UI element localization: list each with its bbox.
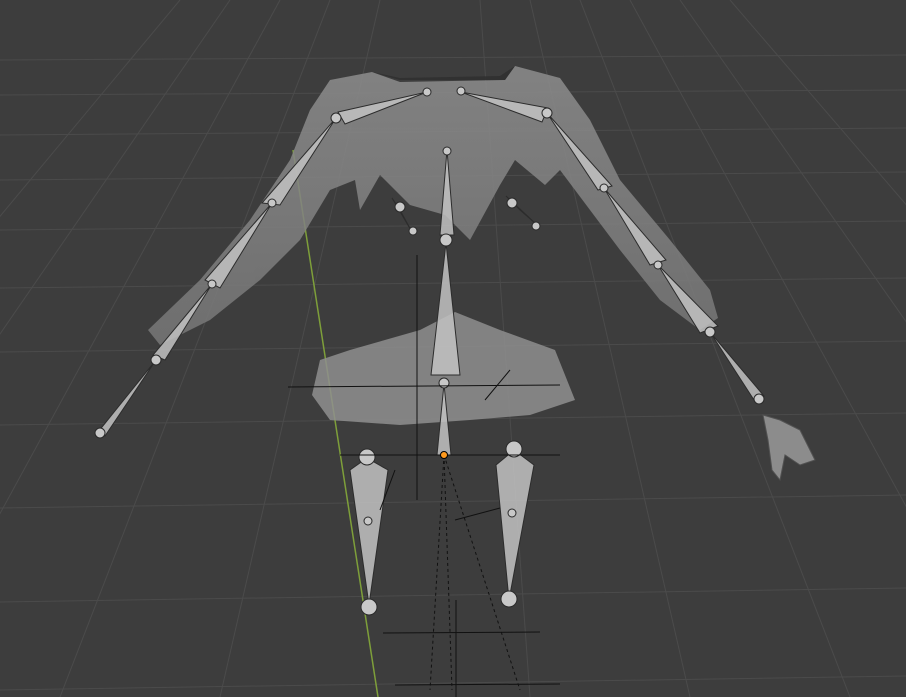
y-axis-line bbox=[292, 149, 379, 697]
bone-thigh-right bbox=[495, 449, 535, 601]
bone-hand-right bbox=[709, 331, 765, 401]
clothing-mesh[interactable] bbox=[148, 66, 816, 482]
viewport-canvas[interactable] bbox=[0, 0, 906, 697]
bone-spine-mid bbox=[430, 242, 461, 376]
bone-thigh-left bbox=[349, 457, 389, 606]
bone-hand-left bbox=[97, 359, 157, 437]
object-origin[interactable] bbox=[440, 451, 448, 459]
3d-viewport[interactable] bbox=[0, 0, 906, 697]
